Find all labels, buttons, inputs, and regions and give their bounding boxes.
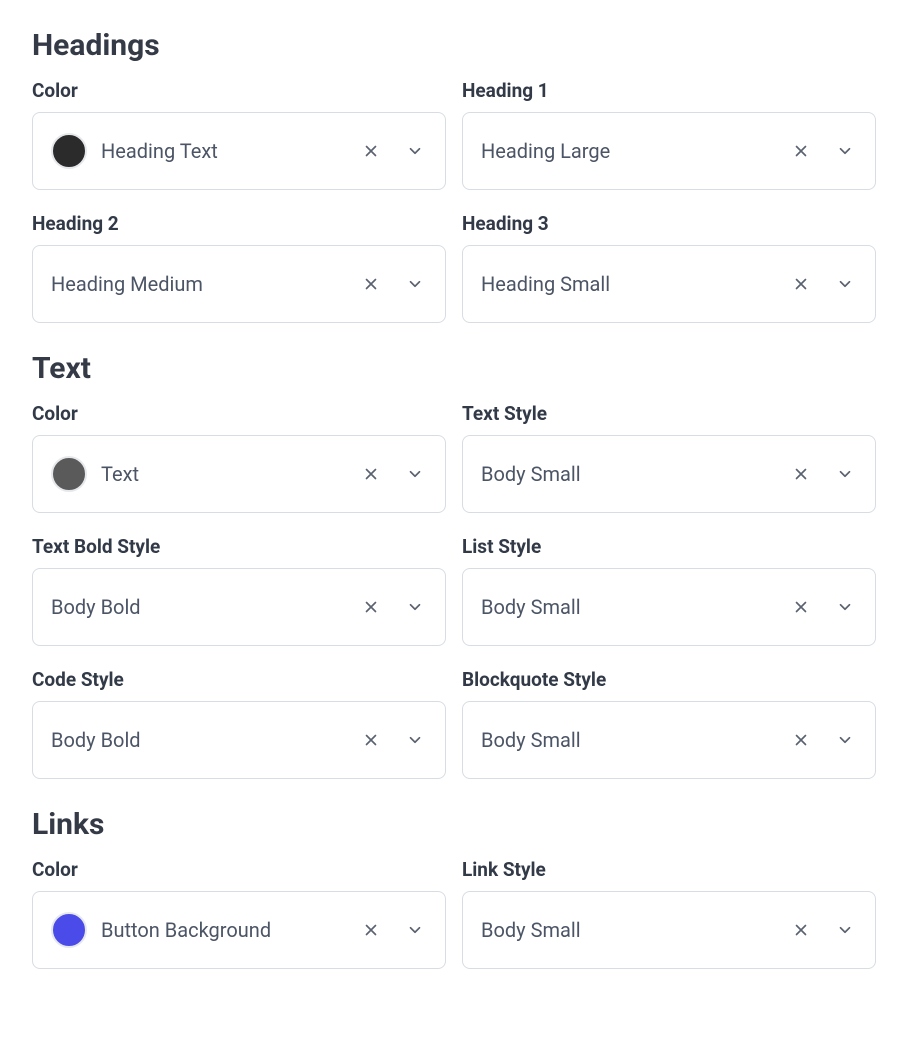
select-heading3[interactable]: Heading Small bbox=[462, 245, 876, 323]
field-text-color: Color Text bbox=[32, 402, 446, 513]
select-value: Heading Medium bbox=[51, 272, 351, 296]
field-label: Heading 1 bbox=[462, 79, 876, 102]
field-code-style: Code Style Body Bold bbox=[32, 668, 446, 779]
select-actions bbox=[789, 595, 857, 619]
clear-icon[interactable] bbox=[789, 918, 813, 942]
select-value: Body Small bbox=[481, 918, 781, 942]
clear-icon[interactable] bbox=[359, 595, 383, 619]
field-label: Heading 3 bbox=[462, 212, 876, 235]
clear-icon[interactable] bbox=[789, 462, 813, 486]
select-value: Body Small bbox=[481, 728, 781, 752]
select-list-style[interactable]: Body Small bbox=[462, 568, 876, 646]
field-heading3: Heading 3 Heading Small bbox=[462, 212, 876, 323]
color-swatch bbox=[51, 912, 87, 948]
row: Color Text Text Style Body Small bbox=[32, 402, 876, 513]
color-swatch bbox=[51, 456, 87, 492]
select-value: Text bbox=[101, 462, 351, 486]
select-link-style[interactable]: Body Small bbox=[462, 891, 876, 969]
chevron-down-icon[interactable] bbox=[833, 595, 857, 619]
clear-icon[interactable] bbox=[789, 595, 813, 619]
select-actions bbox=[789, 272, 857, 296]
chevron-down-icon[interactable] bbox=[403, 595, 427, 619]
clear-icon[interactable] bbox=[789, 728, 813, 752]
clear-icon[interactable] bbox=[359, 918, 383, 942]
chevron-down-icon[interactable] bbox=[403, 462, 427, 486]
chevron-down-icon[interactable] bbox=[833, 462, 857, 486]
field-links-color: Color Button Background bbox=[32, 858, 446, 969]
chevron-down-icon[interactable] bbox=[833, 272, 857, 296]
field-text-bold-style: Text Bold Style Body Bold bbox=[32, 535, 446, 646]
chevron-down-icon[interactable] bbox=[403, 272, 427, 296]
clear-icon[interactable] bbox=[359, 462, 383, 486]
section-links: Links Color Button Background Link Style bbox=[32, 807, 876, 969]
select-actions bbox=[359, 918, 427, 942]
select-value: Body Bold bbox=[51, 728, 351, 752]
field-label: Color bbox=[32, 79, 446, 102]
select-text-style[interactable]: Body Small bbox=[462, 435, 876, 513]
section-title-links: Links bbox=[32, 807, 876, 842]
clear-icon[interactable] bbox=[359, 139, 383, 163]
chevron-down-icon[interactable] bbox=[403, 918, 427, 942]
select-value: Body Small bbox=[481, 595, 781, 619]
chevron-down-icon[interactable] bbox=[833, 918, 857, 942]
field-label: Text Style bbox=[462, 402, 876, 425]
field-blockquote-style: Blockquote Style Body Small bbox=[462, 668, 876, 779]
field-label: Color bbox=[32, 858, 446, 881]
section-headings: Headings Color Heading Text Heading 1 bbox=[32, 28, 876, 323]
select-value: Heading Large bbox=[481, 139, 781, 163]
field-heading2: Heading 2 Heading Medium bbox=[32, 212, 446, 323]
select-heading2[interactable]: Heading Medium bbox=[32, 245, 446, 323]
select-actions bbox=[789, 462, 857, 486]
select-value: Body Bold bbox=[51, 595, 351, 619]
select-actions bbox=[359, 595, 427, 619]
chevron-down-icon[interactable] bbox=[403, 139, 427, 163]
select-value: Heading Text bbox=[101, 139, 351, 163]
field-label: Color bbox=[32, 402, 446, 425]
select-heading1[interactable]: Heading Large bbox=[462, 112, 876, 190]
select-actions bbox=[789, 918, 857, 942]
section-title-text: Text bbox=[32, 351, 876, 386]
clear-icon[interactable] bbox=[789, 139, 813, 163]
chevron-down-icon[interactable] bbox=[403, 728, 427, 752]
clear-icon[interactable] bbox=[359, 728, 383, 752]
field-label: Heading 2 bbox=[32, 212, 446, 235]
row: Text Bold Style Body Bold List Style Bod… bbox=[32, 535, 876, 646]
select-value: Body Small bbox=[481, 462, 781, 486]
field-label: List Style bbox=[462, 535, 876, 558]
clear-icon[interactable] bbox=[789, 272, 813, 296]
select-actions bbox=[789, 728, 857, 752]
row: Code Style Body Bold Blockquote Style Bo… bbox=[32, 668, 876, 779]
row: Color Button Background Link Style Body … bbox=[32, 858, 876, 969]
field-label: Blockquote Style bbox=[462, 668, 876, 691]
field-link-style: Link Style Body Small bbox=[462, 858, 876, 969]
select-actions bbox=[789, 139, 857, 163]
select-actions bbox=[359, 462, 427, 486]
select-text-color[interactable]: Text bbox=[32, 435, 446, 513]
field-label: Code Style bbox=[32, 668, 446, 691]
color-swatch bbox=[51, 133, 87, 169]
field-text-style: Text Style Body Small bbox=[462, 402, 876, 513]
select-headings-color[interactable]: Heading Text bbox=[32, 112, 446, 190]
field-list-style: List Style Body Small bbox=[462, 535, 876, 646]
select-value: Heading Small bbox=[481, 272, 781, 296]
select-actions bbox=[359, 139, 427, 163]
select-text-bold-style[interactable]: Body Bold bbox=[32, 568, 446, 646]
clear-icon[interactable] bbox=[359, 272, 383, 296]
field-headings-color: Color Heading Text bbox=[32, 79, 446, 190]
select-value: Button Background bbox=[101, 918, 351, 942]
section-text: Text Color Text Text Style bbox=[32, 351, 876, 779]
section-title-headings: Headings bbox=[32, 28, 876, 63]
select-actions bbox=[359, 272, 427, 296]
select-actions bbox=[359, 728, 427, 752]
select-links-color[interactable]: Button Background bbox=[32, 891, 446, 969]
chevron-down-icon[interactable] bbox=[833, 139, 857, 163]
select-blockquote-style[interactable]: Body Small bbox=[462, 701, 876, 779]
select-code-style[interactable]: Body Bold bbox=[32, 701, 446, 779]
chevron-down-icon[interactable] bbox=[833, 728, 857, 752]
field-label: Link Style bbox=[462, 858, 876, 881]
field-label: Text Bold Style bbox=[32, 535, 446, 558]
field-heading1: Heading 1 Heading Large bbox=[462, 79, 876, 190]
row: Heading 2 Heading Medium Heading 3 Headi… bbox=[32, 212, 876, 323]
row: Color Heading Text Heading 1 Heading Lar… bbox=[32, 79, 876, 190]
